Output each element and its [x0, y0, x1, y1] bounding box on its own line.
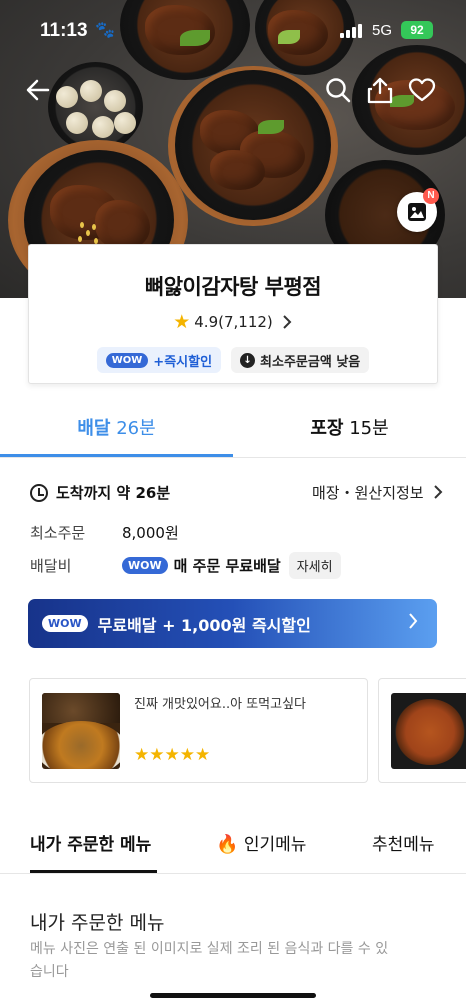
- store-origin-info-link[interactable]: 매장・원산지정보: [312, 482, 444, 503]
- delivery-fee-label: 배달비: [30, 557, 72, 575]
- download-arrow-icon: ↓: [240, 352, 256, 368]
- min-order-badge: ↓ 최소주문금액 낮음: [231, 347, 370, 373]
- tab-delivery-label: 배달: [77, 418, 111, 439]
- chevron-right-icon: [409, 613, 418, 629]
- heart-icon[interactable]: [408, 76, 436, 104]
- photo-review-button[interactable]: N: [397, 188, 439, 232]
- section-description: 메뉴 사진은 연출 된 이미지로 실제 조리 된 음식과 다를 수 있습니다: [30, 941, 389, 980]
- clock-icon: [30, 483, 48, 502]
- review-count: (7,112): [218, 313, 273, 331]
- wow-pill: WOW: [122, 557, 168, 574]
- wow-pill: WOW: [42, 615, 88, 632]
- home-indicator[interactable]: [150, 993, 316, 998]
- tab-delivery-time: 26분: [116, 418, 156, 439]
- tab-my-orders[interactable]: 내가 주문한 메뉴: [30, 830, 151, 855]
- search-icon[interactable]: [324, 76, 352, 104]
- min-order-row: 최소주문 8,000원: [30, 522, 179, 543]
- image-gallery-icon: [408, 203, 426, 221]
- min-order-label: 최소주문금액 낮음: [260, 354, 361, 370]
- chevron-right-icon: [434, 485, 443, 499]
- delivery-fee-value: 매 주문 무료배달: [173, 557, 281, 575]
- back-arrow-icon[interactable]: [24, 76, 52, 104]
- wow-pill: WOW: [105, 352, 149, 368]
- status-time: 11:13: [40, 20, 88, 41]
- store-origin-info-label: 매장・원산지정보: [312, 484, 424, 502]
- arrival-time-row: 도착까지 약 26분: [30, 482, 170, 503]
- tab-popular-menu[interactable]: 🔥 인기메뉴: [216, 830, 306, 855]
- tab-recommended-menu[interactable]: 추천메뉴: [372, 830, 435, 855]
- battery-level: 92: [410, 23, 424, 37]
- wow-discount-badge: WOW +즉시할인: [96, 347, 222, 373]
- status-bar: 11:13 🐾 5G 92: [0, 0, 466, 56]
- review-photo: [42, 693, 120, 769]
- delivery-fee-row: 배달비 WOW 매 주문 무료배달 자세히: [30, 552, 341, 579]
- paw-icon: 🐾: [95, 20, 115, 39]
- min-order-label: 최소주문: [30, 524, 86, 542]
- store-name: 뼈앓이감자탕 부평점: [144, 275, 322, 299]
- wow-promo-banner[interactable]: WOW 무료배달 + 1,000원 즉시할인: [28, 599, 437, 648]
- new-badge: N: [423, 188, 439, 204]
- review-stars: ★★★★★: [134, 745, 211, 765]
- rating-row[interactable]: ★ 4.9 (7,112): [29, 311, 437, 333]
- chevron-right-icon: [283, 315, 292, 329]
- section-title: 내가 주문한 메뉴: [30, 912, 165, 934]
- menu-category-tabs: 내가 주문한 메뉴 🔥 인기메뉴 추천메뉴: [0, 818, 466, 874]
- battery-icon: 92: [401, 21, 433, 39]
- network-type: 5G: [372, 22, 393, 39]
- active-tab-indicator: [30, 870, 157, 873]
- tab-takeout-label: 포장: [310, 418, 344, 439]
- store-info-card: 뼈앓이감자탕 부평점 ★ 4.9 (7,112) WOW +즉시할인 ↓ 최소주문…: [28, 244, 438, 384]
- fire-icon: 🔥: [216, 834, 239, 855]
- share-icon[interactable]: [366, 76, 394, 104]
- review-card[interactable]: 진짜 개맛있어요..아 또먹고싶다 ★★★★★: [29, 678, 368, 783]
- banner-text: 무료배달 + 1,000원 즉시할인: [97, 615, 311, 635]
- order-type-tabs: 배달 26분 포장 15분: [0, 404, 466, 458]
- star-icon: ★: [173, 311, 191, 333]
- tab-takeout[interactable]: 포장 15분: [233, 404, 466, 457]
- detail-button[interactable]: 자세히: [288, 552, 341, 579]
- rating-value: 4.9: [194, 313, 219, 331]
- review-photo: [391, 693, 466, 769]
- tab-delivery[interactable]: 배달 26분: [0, 404, 233, 457]
- review-card[interactable]: [378, 678, 466, 783]
- tab-popular-menu-label: 인기메뉴: [243, 835, 307, 855]
- tab-takeout-time: 15분: [349, 418, 389, 439]
- review-text: 진짜 개맛있어요..아 또먹고싶다: [134, 697, 307, 712]
- discount-label: +즉시할인: [153, 354, 213, 370]
- arrival-time: 도착까지 약 26분: [56, 484, 171, 502]
- signal-icon: [340, 24, 364, 38]
- min-order-value: 8,000원: [122, 524, 179, 542]
